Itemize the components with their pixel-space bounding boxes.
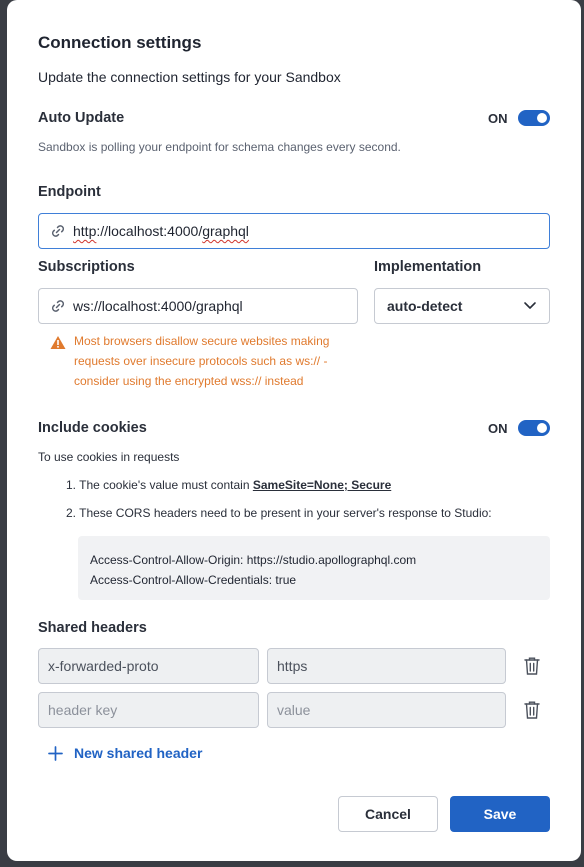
header-key-value: x-forwarded-proto	[48, 658, 159, 674]
include-cookies-toggle[interactable]	[518, 420, 550, 436]
code-line: Access-Control-Allow-Origin: https://stu…	[90, 553, 417, 567]
code-line: Access-Control-Allow-Credentials: true	[90, 573, 297, 587]
subscriptions-warning: Most browsers disallow secure websites m…	[74, 331, 329, 391]
new-shared-header-button[interactable]: New shared header	[48, 745, 202, 761]
auto-update-toggle[interactable]	[518, 110, 550, 126]
endpoint-input[interactable]: http://localhost:4000/graphql	[38, 213, 550, 249]
header-value-placeholder: value	[277, 702, 311, 718]
endpoint-value-host: ://localhost:4000/	[96, 223, 203, 239]
cookies-help: To use cookies in requests	[38, 450, 180, 464]
chevron-down-icon	[523, 298, 537, 315]
endpoint-value: http://localhost:4000/graphql	[73, 223, 249, 239]
dialog-title: Connection settings	[38, 33, 202, 52]
warning-line: requests over insecure protocols such as…	[74, 354, 328, 368]
link-icon	[49, 222, 67, 240]
endpoint-value-path: graphql	[202, 223, 249, 239]
include-cookies-label: Include cookies	[38, 420, 147, 436]
plus-icon	[48, 745, 63, 761]
link-icon	[49, 297, 67, 315]
header-value-input[interactable]: value	[267, 692, 506, 728]
connection-settings-dialog: Connection settings Update the connectio…	[7, 0, 581, 861]
subscriptions-label: Subscriptions	[38, 259, 135, 275]
subscriptions-input[interactable]: ws://localhost:4000/graphql	[38, 288, 358, 324]
header-value-value: https	[277, 658, 308, 674]
samesite-requirement: SameSite=None; Secure	[252, 478, 392, 492]
header-key-input[interactable]: header key	[38, 692, 259, 728]
dialog-subtitle: Update the connection settings for your …	[38, 69, 341, 85]
cookies-item-1: 1. The cookie's value must contain SameS…	[66, 478, 391, 492]
header-key-placeholder: header key	[48, 702, 118, 718]
warning-line: Most browsers disallow secure websites m…	[74, 334, 330, 348]
cookies-item-1-text: 1. The cookie's value must contain	[66, 478, 253, 492]
new-shared-header-label: New shared header	[74, 745, 203, 761]
include-cookies-state: ON	[488, 421, 508, 436]
implementation-select[interactable]: auto-detect	[374, 288, 550, 324]
trash-icon[interactable]	[523, 700, 541, 720]
implementation-selected: auto-detect	[387, 298, 463, 314]
subscriptions-value: ws://localhost:4000/graphql	[73, 298, 243, 314]
cookies-item-2: 2. These CORS headers need to be present…	[66, 506, 492, 520]
auto-update-help: Sandbox is polling your endpoint for sch…	[38, 140, 401, 154]
trash-icon[interactable]	[523, 656, 541, 676]
save-button[interactable]: Save	[450, 796, 550, 832]
implementation-label: Implementation	[374, 259, 482, 275]
warning-icon	[50, 335, 66, 355]
cancel-button[interactable]: Cancel	[338, 796, 438, 832]
header-value-input[interactable]: https	[267, 648, 506, 684]
warning-line: consider using the encrypted wss:// inst…	[74, 374, 304, 388]
auto-update-label: Auto Update	[38, 110, 125, 126]
toggle-knob	[537, 113, 547, 123]
auto-update-state: ON	[488, 111, 508, 126]
endpoint-label: Endpoint	[38, 184, 101, 200]
endpoint-value-protocol: http	[73, 223, 97, 239]
shared-headers-label: Shared headers	[38, 620, 147, 636]
toggle-knob	[537, 423, 547, 433]
cors-headers-code: Access-Control-Allow-Origin: https://stu…	[78, 536, 550, 600]
header-key-input[interactable]: x-forwarded-proto	[38, 648, 259, 684]
